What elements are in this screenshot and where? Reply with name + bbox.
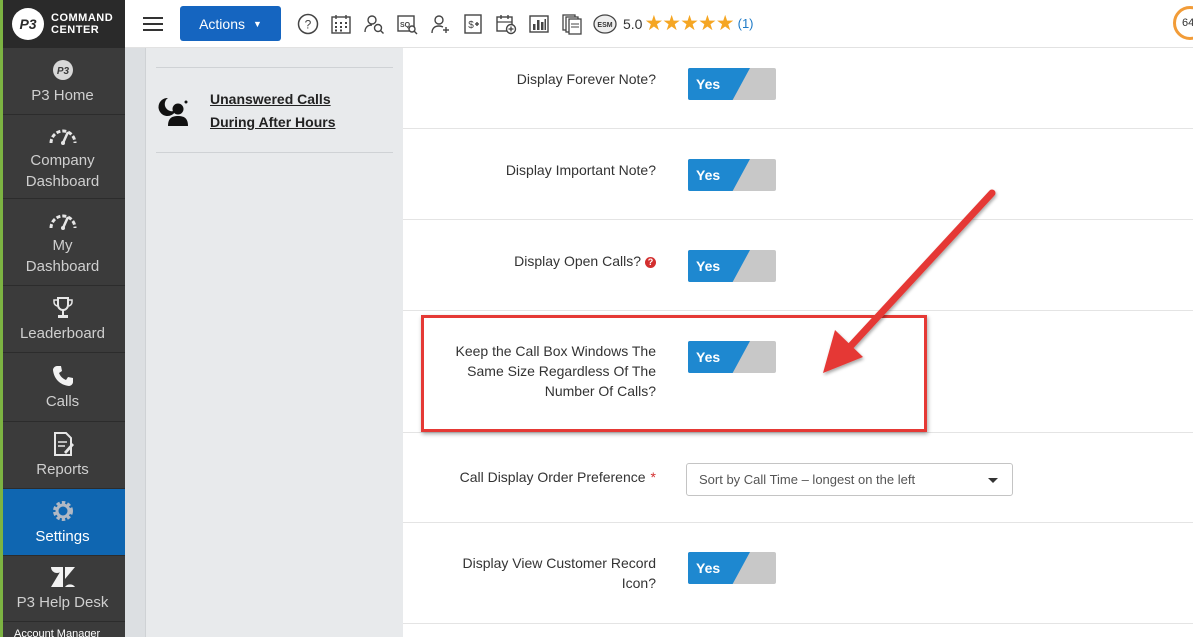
gauge-icon (48, 207, 78, 233)
p3-logo-icon: P3 (51, 57, 75, 83)
star-icons: ★★★★★ (644, 12, 734, 35)
required-asterisk: * (650, 469, 656, 485)
help-icon[interactable]: ? (291, 9, 324, 39)
sidebar-item-label: Calls (45, 392, 80, 410)
setting-row-important-note: Display Important Note? Yes (403, 129, 1193, 220)
brand-logo: P3 (12, 8, 44, 40)
setting-label-line-2: Same Size Regardless Of The (467, 363, 656, 379)
phone-icon (51, 363, 75, 389)
svg-text:$: $ (468, 20, 474, 31)
caret-down-icon: ▼ (253, 18, 262, 29)
zendesk-icon (49, 564, 77, 590)
sidebar-item-company-dashboard[interactable]: Company Dashboard (0, 115, 125, 199)
secondary-panel: Unanswered Calls During After Hours (125, 48, 403, 637)
setting-label-text: Display Open Calls? (514, 253, 641, 269)
add-user-icon[interactable] (423, 9, 456, 39)
brand-text: COMMAND CENTER (51, 12, 113, 36)
brand[interactable]: P3 COMMAND CENTER (0, 0, 125, 48)
forever-note-toggle[interactable]: Yes (688, 68, 776, 100)
setting-row-forever-note: Display Forever Note? Yes (403, 48, 1193, 129)
setting-row-customer-icon: Display View Customer Record Icon? Yes (403, 523, 1193, 624)
sidebar-item-reports[interactable]: Reports (0, 422, 125, 489)
setting-label-line-2: Icon? (621, 575, 656, 591)
keep-size-toggle[interactable]: Yes (688, 341, 776, 373)
sidebar-item-label: Settings (35, 527, 90, 545)
chevron-down-icon (988, 478, 998, 483)
sidebar-item-label: Leaderboard (19, 324, 106, 342)
sidebar-item-label-text: My Dashboard (25, 237, 100, 275)
list-item-label: Unanswered Calls During After Hours (210, 88, 335, 134)
sidebar-item-label-text: Company Dashboard (25, 151, 100, 190)
svg-text:?: ? (304, 17, 311, 31)
trophy-icon (52, 295, 74, 321)
hamburger-menu-icon[interactable] (143, 16, 163, 31)
sidebar-item-label: Reports (36, 460, 89, 478)
rating[interactable]: 5.0 ★★★★★ (1) (623, 11, 754, 36)
setting-label-line-1: Keep the Call Box Windows The (455, 343, 656, 359)
sidebar-item-account-manager[interactable]: Account Manager (0, 622, 125, 637)
calendar-add-icon[interactable] (489, 9, 522, 39)
sidebar: P3 COMMAND CENTER P3 P3 Home Company Das… (0, 0, 125, 637)
settings-main: Display Forever Note? Yes Display Import… (403, 48, 1193, 637)
setting-label: Display Forever Note? (516, 71, 656, 87)
important-note-toggle[interactable]: Yes (688, 159, 776, 191)
gauge-icon (48, 122, 78, 148)
bar-chart-icon[interactable] (522, 9, 555, 39)
secondary-panel-list: Unanswered Calls During After Hours (145, 48, 403, 637)
setting-label: Display Open Calls?? (514, 251, 656, 271)
help-circle-icon[interactable]: ? (645, 257, 656, 268)
setting-label: Display View Customer Record Icon? (463, 553, 656, 593)
list-item-label-line-1: Unanswered Calls (210, 91, 331, 107)
sidebar-item-label: My Dashboard (23, 235, 103, 277)
sidebar-item-my-dashboard[interactable]: My Dashboard (0, 199, 125, 286)
setting-label: Call Display Order Preference * (460, 467, 656, 487)
invoice-icon[interactable]: $ (456, 9, 489, 39)
calendar-icon[interactable] (324, 9, 357, 39)
gear-icon (50, 498, 76, 524)
toolbar-icons: ? SQ $ ESM (291, 9, 621, 39)
setting-label-text: Call Display Order Preference (459, 469, 646, 485)
setting-label-line-3: Number Of Calls? (544, 383, 656, 399)
call-order-select[interactable]: Sort by Call Time – longest on the left (686, 463, 1013, 496)
sidebar-item-label: P3 Home (31, 86, 94, 104)
svg-text:P3: P3 (56, 66, 69, 77)
divider (156, 152, 393, 153)
after-hours-agent-icon (156, 92, 196, 132)
setting-label: Keep the Call Box Windows The Same Size … (455, 341, 656, 401)
sidebar-item-leaderboard[interactable]: Leaderboard (0, 286, 125, 353)
top-bar: Actions ▼ ? SQ $ ESM 5.0 ★★★★★ (1) 64 (125, 0, 1193, 48)
svg-text:ESM: ESM (597, 22, 612, 29)
setting-label: Display Important Note? (505, 162, 656, 178)
setting-row-open-calls: Display Open Calls?? Yes (403, 220, 1193, 311)
sidebar-item-p3-help-desk[interactable]: P3 Help Desk (0, 556, 125, 622)
setting-row-keep-size: Keep the Call Box Windows The Same Size … (403, 311, 1193, 433)
user-search-icon[interactable] (357, 9, 390, 39)
documents-icon[interactable] (555, 9, 588, 39)
progress-badge[interactable]: 64 (1173, 6, 1193, 40)
select-value: Sort by Call Time – longest on the left (699, 472, 916, 487)
brand-line-2: CENTER (51, 24, 100, 36)
sidebar-item-settings[interactable]: Settings (0, 489, 125, 556)
sq-search-icon[interactable]: SQ (390, 9, 423, 39)
brand-line-1: COMMAND (51, 12, 114, 24)
esm-icon[interactable]: ESM (588, 9, 621, 39)
sidebar-item-label: Company Dashboard (18, 150, 108, 192)
divider (156, 67, 393, 68)
list-item-unanswered-calls[interactable]: Unanswered Calls During After Hours (156, 88, 335, 134)
open-calls-toggle[interactable]: Yes (688, 250, 776, 282)
actions-button-label: Actions (199, 15, 245, 32)
sidebar-item-label: P3 Help Desk (16, 594, 109, 611)
customer-icon-toggle[interactable]: Yes (688, 552, 776, 584)
rating-value: 5.0 (623, 15, 643, 32)
sidebar-item-calls[interactable]: Calls (0, 353, 125, 422)
list-item-label-line-2: During After Hours (210, 114, 336, 130)
rating-count-link[interactable]: (1) (738, 16, 754, 31)
setting-row-order-pref: Call Display Order Preference * Sort by C… (403, 433, 1193, 523)
report-icon (52, 431, 74, 457)
actions-button[interactable]: Actions ▼ (180, 6, 281, 41)
sidebar-item-p3-home[interactable]: P3 P3 Home (0, 48, 125, 115)
active-edge-indicator (0, 0, 3, 637)
setting-label-line-1: Display View Customer Record (462, 555, 656, 571)
